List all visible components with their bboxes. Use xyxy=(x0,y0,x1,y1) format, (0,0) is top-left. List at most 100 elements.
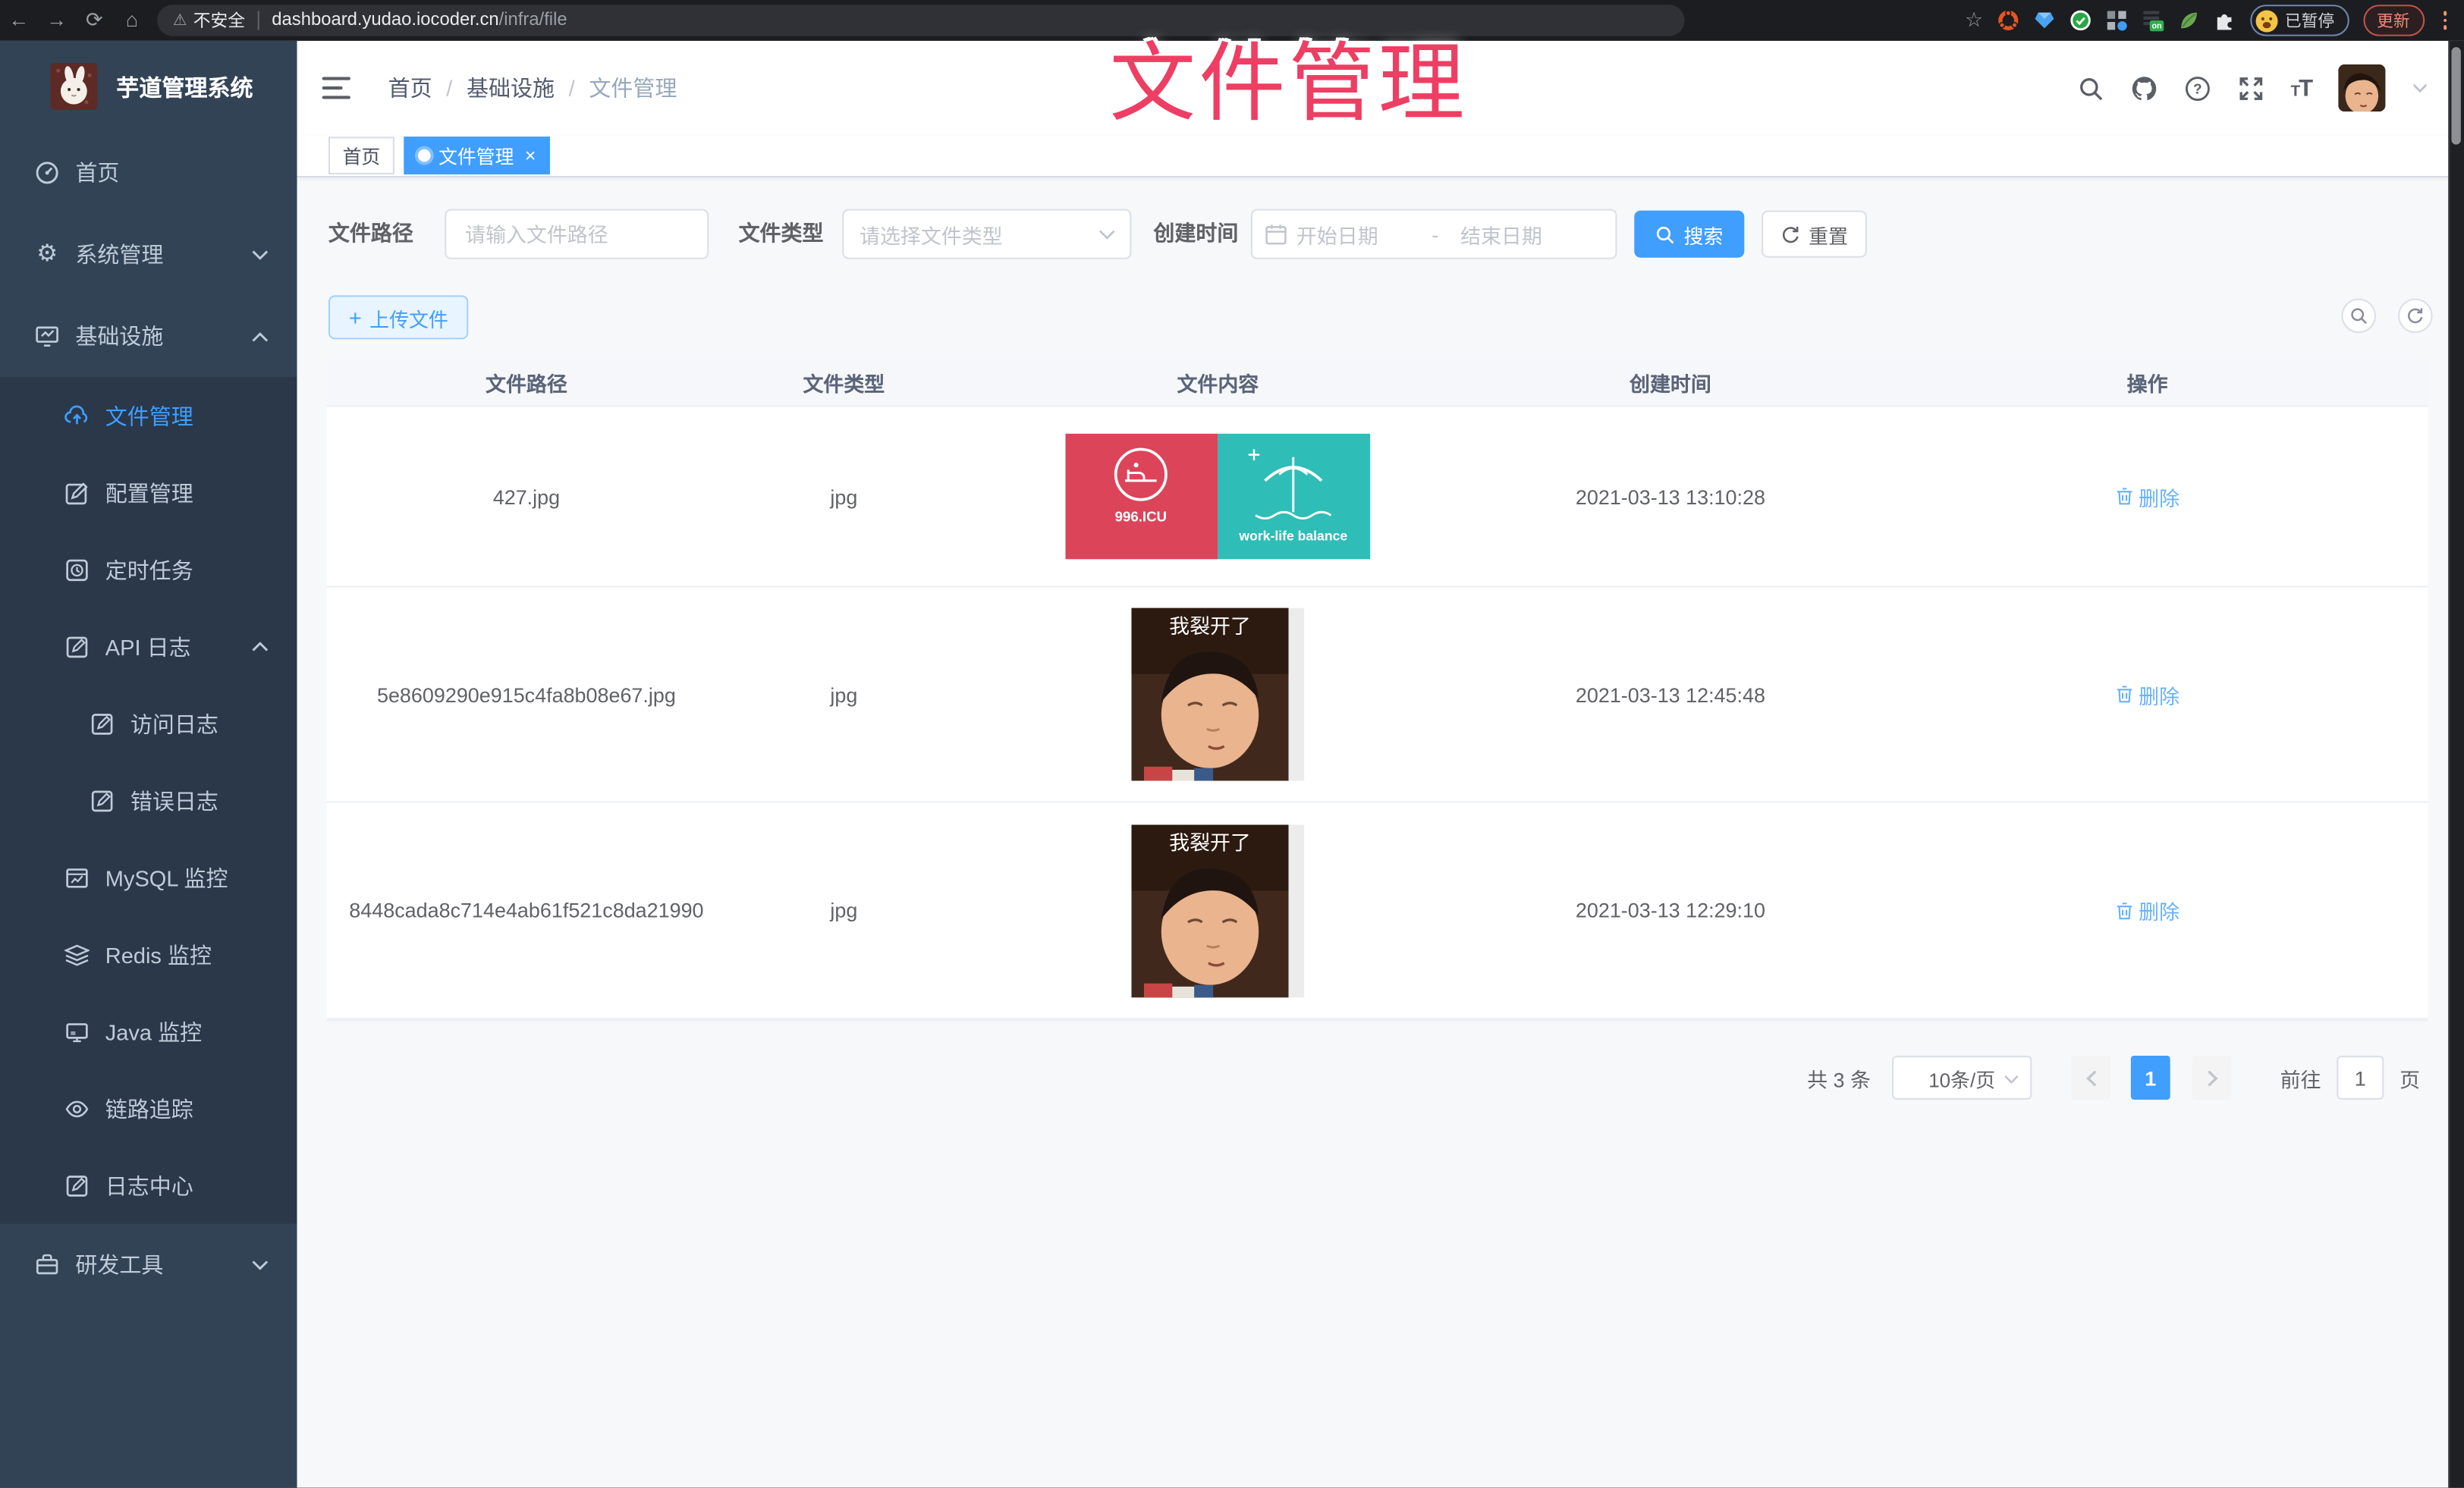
help-icon[interactable]: ? xyxy=(2184,74,2211,101)
toggle-search-button[interactable] xyxy=(2341,299,2376,334)
sidebar-item-file-manage[interactable]: 文件管理 xyxy=(0,377,297,454)
goto-page-input[interactable] xyxy=(2337,1056,2384,1100)
forward-icon[interactable]: → xyxy=(38,0,76,41)
page-scrollbar[interactable] xyxy=(2448,41,2464,1488)
avatar-caret-icon[interactable] xyxy=(2412,83,2428,93)
user-avatar[interactable] xyxy=(2338,64,2385,111)
chevron-up-icon xyxy=(251,641,269,652)
svg-text:996.ICU: 996.ICU xyxy=(1115,509,1167,525)
log-edit-icon xyxy=(90,788,115,813)
reset-button[interactable]: 重置 xyxy=(1762,211,1867,258)
browser-menu-icon[interactable] xyxy=(2438,11,2452,30)
close-icon[interactable] xyxy=(525,146,536,165)
sidebar-item-access-log[interactable]: 访问日志 xyxy=(0,685,297,762)
chevron-down-icon xyxy=(251,1259,269,1270)
sidebar-logo-row[interactable]: 芋道管理系统 xyxy=(0,41,297,132)
file-table: 文件路径 文件类型 文件内容 创建时间 操作 427.jpg jpg xyxy=(327,358,2428,1021)
sidebar-item-dev-tools[interactable]: 研发工具 xyxy=(0,1224,297,1306)
header-actions: ? TT xyxy=(2077,64,2450,111)
tabs-on-extension-icon[interactable]: on xyxy=(2142,9,2164,31)
calendar-icon xyxy=(1265,223,1287,245)
leaf-extension-icon[interactable] xyxy=(2178,9,2200,31)
url-path: /infra/file xyxy=(499,11,567,30)
url-host: dashboard.yudao.iocoder.cn xyxy=(272,11,498,30)
svg-text:?: ? xyxy=(2193,80,2202,96)
table-row: 427.jpg jpg 996.ICU work-life b xyxy=(327,407,2428,588)
file-type-label: 文件类型 xyxy=(739,209,824,259)
breadcrumb-home[interactable]: 首页 xyxy=(388,72,432,103)
page-size-select[interactable]: 10条/页 xyxy=(1892,1056,2032,1100)
refresh-table-button[interactable] xyxy=(2398,299,2433,334)
sidebar-item-scheduled-jobs[interactable]: 定时任务 xyxy=(0,531,297,608)
file-preview-crying-baby-meme[interactable]: 我裂开了 xyxy=(1131,608,1304,781)
end-date-input[interactable]: 结束日期 xyxy=(1460,219,1542,249)
chart-monitor-icon xyxy=(64,865,90,890)
sidebar-item-java-monitor[interactable]: Java 监控 xyxy=(0,993,297,1070)
sidebar-item-config-manage[interactable]: 配置管理 xyxy=(0,454,297,532)
bookmark-star-icon[interactable]: ☆ xyxy=(1965,8,1983,33)
breadcrumb-infra[interactable]: 基础设施 xyxy=(467,72,555,103)
sidebar-item-log-center[interactable]: 日志中心 xyxy=(0,1147,297,1224)
green-circle-extension-icon[interactable] xyxy=(2070,9,2092,31)
delete-button[interactable]: 删除 xyxy=(2115,680,2180,709)
delete-button[interactable]: 删除 xyxy=(2115,896,2180,925)
sidebar-item-error-log[interactable]: 错误日志 xyxy=(0,762,297,840)
browser-extensions-area: ☆ on 已暂停 更新 xyxy=(1965,5,2464,36)
refresh-icon xyxy=(1780,224,1801,244)
tab-home[interactable]: 首页 xyxy=(328,137,394,174)
log-edit-icon xyxy=(90,711,115,736)
sidebar-item-redis-monitor[interactable]: Redis 监控 xyxy=(0,916,297,994)
sidebar-item-infra[interactable]: 基础设施 xyxy=(0,295,297,377)
monitor-chart-icon xyxy=(35,324,60,349)
extensions-puzzle-icon[interactable] xyxy=(2214,9,2236,31)
sidebar-item-home[interactable]: 首页 xyxy=(0,132,297,214)
current-page[interactable]: 1 xyxy=(2131,1056,2170,1100)
font-size-icon[interactable]: TT xyxy=(2291,74,2312,101)
trash-icon xyxy=(2115,487,2134,506)
brand-title: 芋道管理系统 xyxy=(116,70,253,103)
screen: ← → ⟳ ⌂ ⚠ 不安全 dashboard.yudao.iocoder.cn… xyxy=(0,0,2464,1488)
sidebar-item-tracing[interactable]: 链路追踪 xyxy=(0,1070,297,1147)
gem-extension-icon[interactable] xyxy=(2033,9,2055,31)
home-icon[interactable]: ⌂ xyxy=(113,0,151,41)
scrollbar-thumb[interactable] xyxy=(2451,47,2460,144)
profile-paused-chip[interactable]: 已暂停 xyxy=(2250,5,2348,36)
delete-button[interactable]: 删除 xyxy=(2115,482,2180,511)
prev-page-button[interactable] xyxy=(2071,1056,2110,1100)
grid-extension-icon[interactable] xyxy=(2106,9,2128,31)
sidebar-collapse-icon[interactable] xyxy=(322,77,350,99)
file-preview-996icu-banner[interactable]: 996.ICU work-life balance xyxy=(1065,434,1370,560)
ubuntu-extension-icon[interactable] xyxy=(1997,9,2019,31)
dashboard-icon xyxy=(35,160,60,185)
layers-icon xyxy=(64,942,90,967)
back-icon[interactable]: ← xyxy=(0,0,38,41)
date-range-separator: - xyxy=(1432,222,1438,246)
search-button[interactable]: 搜索 xyxy=(1634,211,1744,258)
search-icon[interactable] xyxy=(2077,74,2104,101)
file-type-select[interactable]: 请选择文件类型 xyxy=(842,209,1131,259)
file-preview-crying-baby-meme[interactable]: 我裂开了 xyxy=(1131,824,1304,997)
cloud-upload-icon xyxy=(64,403,90,428)
svg-text:work-life balance: work-life balance xyxy=(1238,529,1347,544)
tab-file-manage[interactable]: 文件管理 xyxy=(404,137,550,174)
create-time-label: 创建时间 xyxy=(1153,209,1238,259)
reload-icon[interactable]: ⟳ xyxy=(75,0,113,41)
sidebar-item-api-log[interactable]: API 日志 xyxy=(0,608,297,686)
svg-text:我裂开了: 我裂开了 xyxy=(1169,831,1251,854)
upload-file-button[interactable]: 上传文件 xyxy=(328,295,469,339)
table-header: 文件路径 文件类型 文件内容 创建时间 操作 xyxy=(327,358,2428,407)
github-icon[interactable] xyxy=(2130,74,2157,101)
next-page-button[interactable] xyxy=(2192,1056,2232,1100)
date-range-picker[interactable]: 开始日期 - 结束日期 xyxy=(1251,209,1617,259)
update-button[interactable]: 更新 xyxy=(2362,5,2424,36)
cell-file-type: jpg xyxy=(726,803,962,1019)
fullscreen-icon[interactable] xyxy=(2237,74,2264,101)
sidebar-item-mysql-monitor[interactable]: MySQL 监控 xyxy=(0,839,297,916)
chevron-right-icon xyxy=(2205,1069,2218,1087)
file-path-input[interactable] xyxy=(462,221,691,247)
breadcrumb-separator: / xyxy=(569,75,575,100)
sidebar-item-system[interactable]: ⚙ 系统管理 xyxy=(0,214,297,296)
security-label: 不安全 xyxy=(193,8,245,33)
start-date-input[interactable]: 开始日期 xyxy=(1296,219,1410,249)
infra-submenu: 文件管理 配置管理 定时任务 API 日志 访问日志 错误日志 xyxy=(0,377,297,1224)
